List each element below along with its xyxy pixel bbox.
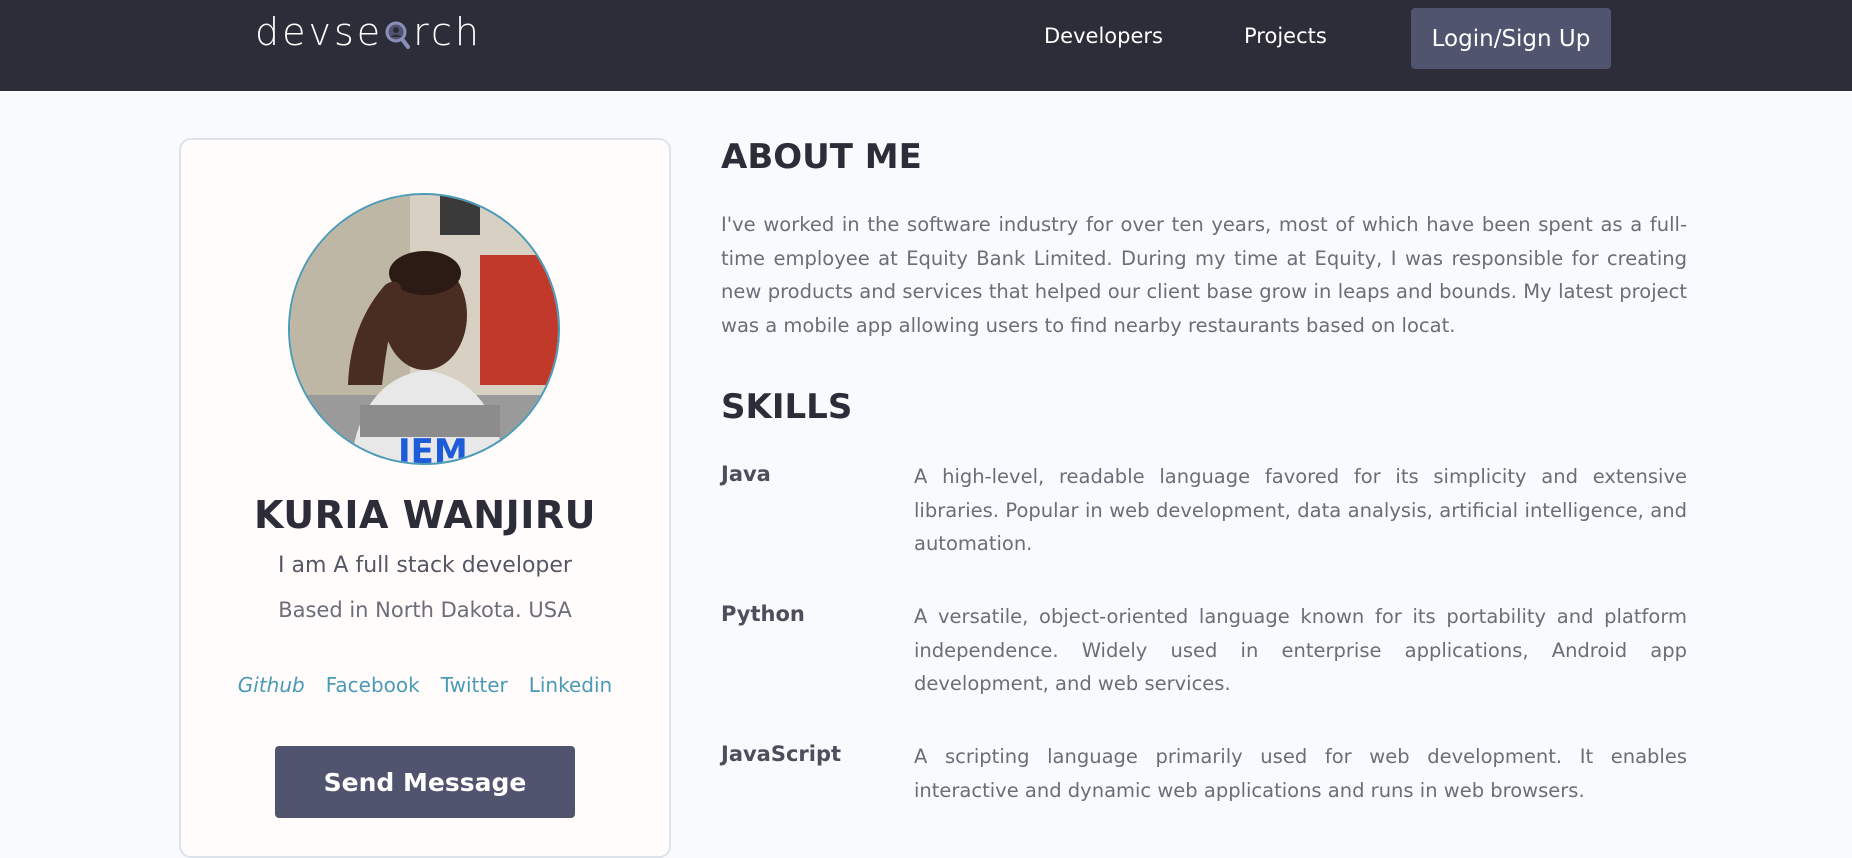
logo[interactable]: devse rch [255, 10, 482, 54]
top-navbar: devse rch Developers Projects Login/Sign… [0, 0, 1852, 91]
skill-name: Python [721, 602, 805, 626]
skill-description: A versatile, object-oriented language kn… [914, 605, 1687, 695]
avatar: IEM [288, 193, 560, 465]
skill-name: JavaScript [721, 742, 842, 766]
profile-tagline: I am A full stack developer [278, 553, 572, 578]
skills-heading: SKILLS [721, 387, 853, 427]
twitter-link[interactable]: Twitter [441, 673, 508, 697]
nav-developers-link[interactable]: Developers [1044, 24, 1163, 48]
about-heading: ABOUT ME [721, 137, 922, 177]
login-signup-button[interactable]: Login/Sign Up [1411, 8, 1611, 69]
profile-name: KURIA WANJIRU [254, 493, 596, 537]
social-links: Github Facebook Twitter Linkedin [179, 673, 671, 697]
logo-text-left: devse [255, 10, 384, 54]
skill-description: A high-level, readable language favored … [914, 465, 1687, 555]
nav-projects-link[interactable]: Projects [1244, 24, 1327, 48]
skill-description: A scripting language primarily used for … [914, 745, 1687, 802]
svg-text:IEM: IEM [398, 432, 468, 465]
profile-location: Based in North Dakota. USA [278, 598, 572, 622]
facebook-link[interactable]: Facebook [326, 673, 420, 697]
skill-name: Java [721, 462, 771, 486]
send-message-button[interactable]: Send Message [275, 746, 575, 818]
linkedin-link[interactable]: Linkedin [529, 673, 612, 697]
magnifier-icon [384, 17, 412, 49]
logo-text-right: rch [413, 10, 482, 54]
about-text: I've worked in the software industry for… [721, 213, 1687, 337]
github-link[interactable]: Github [238, 673, 305, 697]
